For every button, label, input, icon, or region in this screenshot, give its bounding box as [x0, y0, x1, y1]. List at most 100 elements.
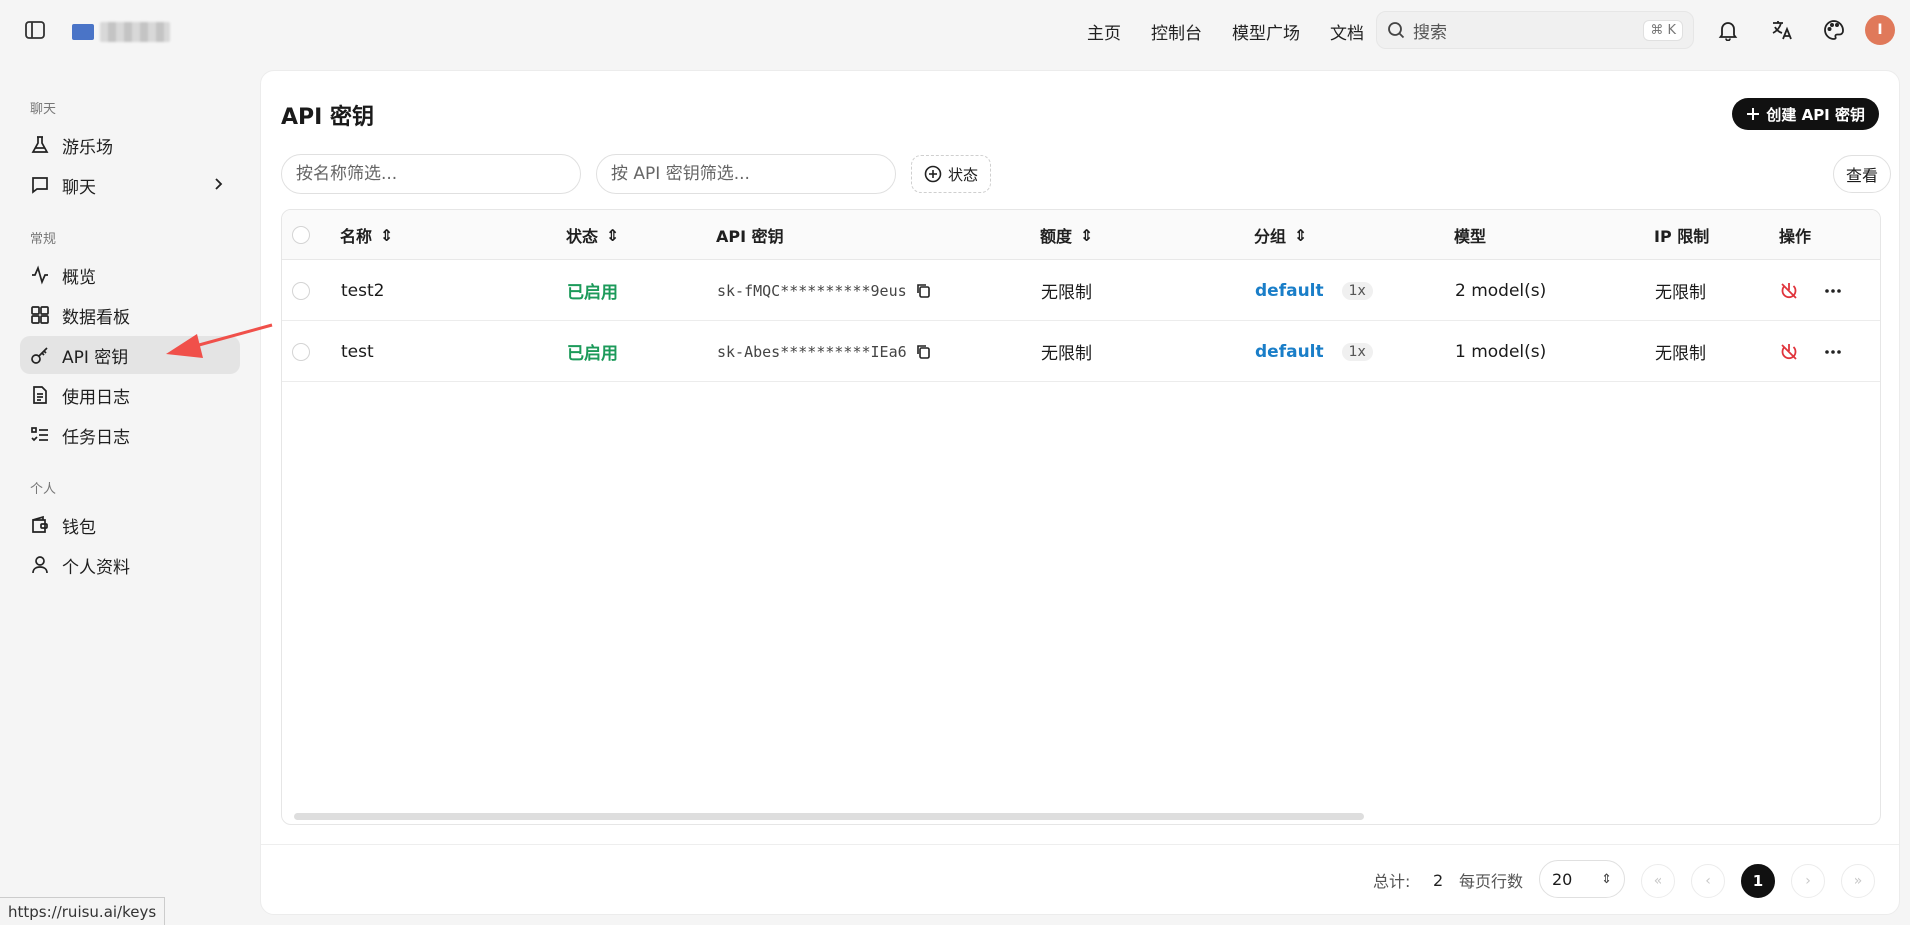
rows-per-page-select[interactable]: 20 ⇕	[1539, 860, 1625, 898]
list-check-icon	[31, 427, 48, 442]
sidebar-item-profile[interactable]: 个人资料	[20, 546, 240, 584]
disable-power-icon[interactable]	[1779, 281, 1799, 301]
cell-actions	[1779, 321, 1843, 382]
cell-quota: 无限制	[1041, 344, 1092, 364]
rows-per-page-label: 每页行数	[1459, 872, 1524, 891]
translate-icon[interactable]	[1769, 17, 1795, 43]
logo[interactable]	[72, 20, 176, 44]
page-title: API 密钥	[281, 105, 374, 130]
cell-models: 1 model(s)	[1455, 341, 1547, 362]
sidebar-item-label: 任务日志	[62, 427, 130, 448]
group-link[interactable]: default	[1255, 281, 1324, 301]
nav-model-market[interactable]: 模型广场	[1232, 19, 1300, 44]
status-filter-button[interactable]: 状态	[911, 155, 992, 193]
cell-ip-limit: 无限制	[1655, 344, 1706, 364]
section-label-general: 常规	[30, 232, 57, 247]
pagination-footer: 总计: 2 每页行数 20 ⇕ « ‹ 1 › »	[261, 844, 1899, 914]
status-url-tooltip: https://ruisu.ai/keys	[0, 897, 166, 925]
document-icon	[33, 386, 47, 404]
create-button-label: 创建 API 密钥	[1766, 105, 1865, 124]
flask-icon	[31, 136, 49, 153]
nav-home[interactable]: 主页	[1087, 19, 1121, 44]
key-icon	[31, 347, 48, 364]
api-keys-table: 名称 ⇕ 状态 ⇕ API 密钥 额度 ⇕ 分组 ⇕ 模型 IP 限制 操作 test2…	[281, 209, 1881, 825]
copy-icon[interactable]	[915, 343, 932, 360]
row-checkbox[interactable]	[292, 260, 310, 321]
sidebar-item-dashboard[interactable]: 数据看板	[20, 296, 240, 334]
col-name[interactable]: 名称 ⇕	[340, 210, 393, 260]
sidebar-item-label: 钱包	[62, 517, 96, 538]
create-api-key-button[interactable]: 创建 API 密钥	[1732, 98, 1879, 130]
table-row: test2 已启用 sk-fMQC**********9eus 无限制 defa…	[282, 260, 1880, 321]
horizontal-scrollbar[interactable]	[294, 813, 1364, 820]
nav-console[interactable]: 控制台	[1151, 19, 1202, 44]
col-api-key: API 密钥	[716, 227, 784, 246]
col-group[interactable]: 分组 ⇕	[1254, 210, 1307, 260]
plus-icon	[1747, 108, 1760, 120]
group-ratio-badge: 1x	[1341, 342, 1373, 361]
cell-ip-limit: 无限制	[1655, 283, 1706, 303]
top-nav: 主页 控制台 模型广场 文档	[1087, 0, 1364, 62]
more-icon[interactable]	[1823, 342, 1843, 362]
table-header: 名称 ⇕ 状态 ⇕ API 密钥 额度 ⇕ 分组 ⇕ 模型 IP 限制 操作	[282, 210, 1880, 260]
select-all-checkbox[interactable]	[292, 210, 310, 260]
avatar[interactable]: I	[1865, 15, 1895, 45]
sidebar-item-task-logs[interactable]: 任务日志	[20, 416, 240, 454]
cell-api-key: sk-Abes**********IEa6	[717, 321, 932, 382]
nav-docs[interactable]: 文档	[1330, 19, 1364, 44]
chat-icon	[32, 177, 48, 194]
rows-per-page-value: 20	[1552, 869, 1573, 889]
key-filter-input[interactable]	[596, 154, 896, 194]
name-filter-input[interactable]	[281, 154, 581, 194]
col-status[interactable]: 状态 ⇕	[566, 210, 619, 260]
cell-actions	[1779, 260, 1843, 321]
sidebar-item-playground[interactable]: 游乐场	[20, 126, 240, 164]
sidebar: 聊天 游乐场 聊天 常规 概览 数据看板 API 密钥 使用日志 任务日志 个人…	[0, 62, 258, 925]
last-page-button[interactable]: »	[1841, 864, 1875, 898]
copy-icon[interactable]	[915, 282, 932, 299]
next-page-button[interactable]: ›	[1791, 864, 1825, 898]
col-actions: 操作	[1779, 227, 1812, 246]
bell-icon[interactable]	[1715, 17, 1741, 43]
sidebar-item-overview[interactable]: 概览	[20, 256, 240, 294]
col-quota[interactable]: 额度 ⇕	[1040, 210, 1093, 260]
api-key-value: sk-Abes**********IEa6	[717, 342, 907, 361]
first-page-button[interactable]: «	[1641, 864, 1675, 898]
cell-group: default 1x	[1255, 260, 1373, 321]
activity-icon	[32, 265, 48, 285]
table-row: test 已启用 sk-Abes**********IEa6 无限制 defau…	[282, 321, 1880, 382]
sidebar-item-usage-logs[interactable]: 使用日志	[20, 376, 240, 414]
disable-power-icon[interactable]	[1779, 342, 1799, 362]
sidebar-item-wallet[interactable]: 钱包	[20, 506, 240, 544]
total-label: 总计:	[1373, 872, 1411, 891]
prev-page-button[interactable]: ‹	[1691, 864, 1725, 898]
search-placeholder: 搜索	[1413, 22, 1447, 43]
more-icon[interactable]	[1823, 281, 1843, 301]
dashboard-icon	[31, 306, 49, 324]
sort-icon: ⇕	[380, 225, 394, 245]
chevron-right-icon	[215, 178, 223, 190]
section-label-personal: 个人	[30, 482, 57, 497]
palette-icon[interactable]	[1821, 17, 1847, 43]
sidebar-item-label: 数据看板	[62, 307, 130, 328]
cell-quota: 无限制	[1041, 283, 1092, 303]
cell-api-key: sk-fMQC**********9eus	[717, 260, 932, 321]
top-bar: 主页 控制台 模型广场 文档 搜索 ⌘ K I	[0, 0, 1910, 62]
sidebar-item-label: 聊天	[62, 177, 96, 198]
sort-icon: ⇕	[1080, 225, 1094, 245]
group-link[interactable]: default	[1255, 342, 1324, 362]
cell-name: test2	[341, 280, 385, 301]
sidebar-item-api-keys[interactable]: API 密钥	[20, 336, 240, 374]
page-1-button[interactable]: 1	[1741, 864, 1775, 898]
sort-icon: ⇕	[1294, 225, 1308, 245]
sidebar-toggle-icon[interactable]	[24, 19, 46, 41]
main-card: API 密钥 创建 API 密钥 状态 查看 名称⇕ 状态⇕ API 密钥 额度…	[260, 70, 1900, 915]
section-label-chat: 聊天	[30, 102, 57, 117]
total-value: 2	[1433, 870, 1444, 890]
search-input[interactable]: 搜索 ⌘ K	[1376, 11, 1694, 49]
view-button[interactable]: 查看	[1832, 155, 1891, 193]
sort-icon: ⇕	[606, 225, 620, 245]
user-icon	[32, 556, 48, 574]
sidebar-item-chat[interactable]: 聊天	[20, 166, 240, 204]
row-checkbox[interactable]	[292, 321, 310, 382]
